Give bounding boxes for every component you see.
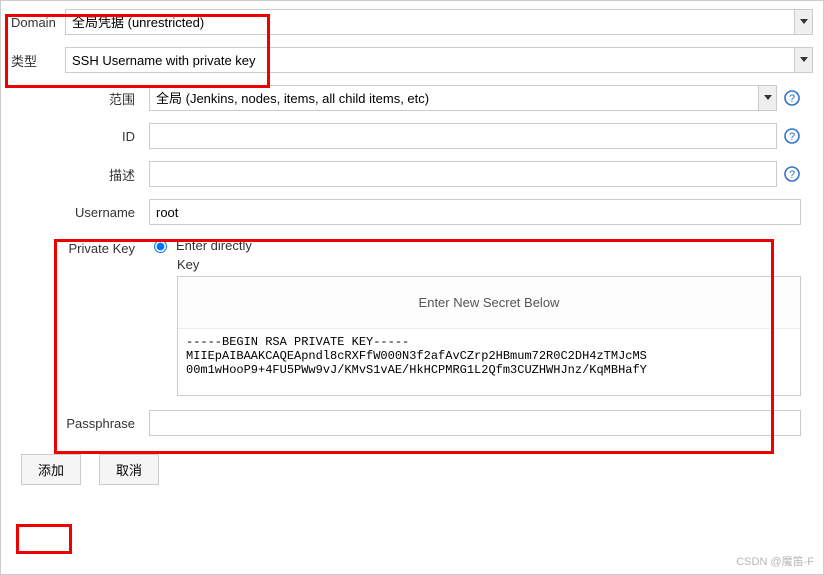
username-input[interactable] (149, 199, 801, 225)
domain-select[interactable]: 全局凭据 (unrestricted) (65, 9, 813, 35)
username-label: Username (55, 205, 149, 220)
help-icon[interactable]: ? (783, 127, 801, 145)
id-input[interactable] (149, 123, 777, 149)
scope-select[interactable]: 全局 (Jenkins, nodes, items, all child ite… (149, 85, 777, 111)
passphrase-label: Passphrase (55, 416, 149, 431)
secret-header: Enter New Secret Below (178, 277, 800, 328)
type-select[interactable]: SSH Username with private key (65, 47, 813, 73)
help-icon[interactable]: ? (783, 89, 801, 107)
svg-text:?: ? (789, 131, 795, 143)
annotation-box (16, 524, 72, 554)
domain-label: Domain (11, 15, 65, 30)
desc-label: 描述 (55, 165, 149, 184)
passphrase-input[interactable] (149, 410, 801, 436)
add-button[interactable]: 添加 (21, 454, 81, 485)
key-label: Key (177, 257, 801, 272)
scope-label: 范围 (55, 89, 149, 108)
desc-input[interactable] (149, 161, 777, 187)
id-label: ID (55, 129, 149, 144)
privatekey-label: Private Key (55, 237, 149, 256)
svg-text:?: ? (789, 93, 795, 105)
cancel-button[interactable]: 取消 (99, 454, 159, 485)
enter-directly-label: Enter directly (176, 238, 252, 253)
svg-text:?: ? (789, 169, 795, 181)
secret-textarea[interactable] (178, 328, 800, 392)
help-icon[interactable]: ? (783, 165, 801, 183)
enter-directly-radio[interactable] (154, 240, 167, 253)
type-label: 类型 (11, 51, 65, 70)
watermark: CSDN @魔笛-F (736, 553, 814, 569)
